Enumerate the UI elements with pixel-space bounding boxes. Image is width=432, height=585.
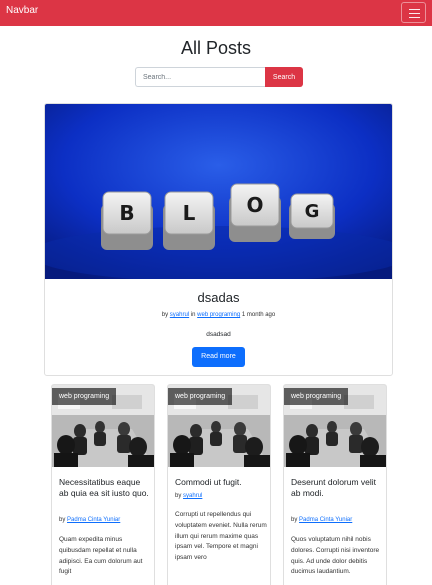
key-letter: L	[183, 201, 196, 225]
read-more-button[interactable]: Read more	[192, 347, 245, 367]
author-link[interactable]: Padma Cinta Yuniar	[67, 517, 120, 523]
post-title[interactable]: Commodi ut fugit.	[175, 477, 265, 488]
post-author: by syahrul	[175, 493, 267, 499]
post-excerpt: Quam expedita minus quibusdam repellat e…	[59, 536, 143, 576]
featured-post-image[interactable]: B L O G	[45, 104, 392, 279]
key-letter: O	[246, 193, 263, 217]
navbar-brand[interactable]: Navbar	[6, 5, 38, 16]
key-letter: B	[119, 201, 134, 225]
meta-by-label: by	[161, 312, 169, 318]
page-title: All Posts	[180, 38, 252, 58]
post-author: by Padma Cinta Yuniar	[59, 517, 151, 523]
meta-in-label: in	[190, 312, 196, 318]
post-card: web programing Commodi ut fugit. by syah…	[167, 384, 271, 585]
post-card: web programing Necessitatibus eaque ab q…	[51, 384, 155, 585]
author-link[interactable]: Padma Cinta Yuniar	[299, 517, 352, 523]
featured-post-excerpt: dsadsad	[206, 331, 231, 338]
post-card: web programing Deserunt dolorum velit ab…	[283, 384, 387, 585]
post-author: by Padma Cinta Yuniar	[291, 517, 383, 523]
navbar: Navbar	[0, 0, 432, 26]
post-title[interactable]: Necessitatibus eaque ab quia ea sit iust…	[59, 477, 149, 499]
category-badge[interactable]: web programing	[284, 388, 349, 405]
author-link[interactable]: syahrul	[183, 493, 202, 499]
category-link[interactable]: web programing	[197, 312, 240, 318]
key-letter: G	[305, 201, 320, 222]
featured-post-meta: by syahrul in web programing 1 month ago	[45, 312, 392, 318]
featured-post-card: B L O G dsadas by syahrul in web program…	[44, 103, 393, 376]
author-by-label: by	[291, 517, 298, 523]
navbar-toggler-button[interactable]	[401, 2, 426, 23]
category-badge[interactable]: web programing	[168, 388, 233, 405]
post-time: 1 month ago	[241, 312, 276, 318]
search-input[interactable]	[135, 67, 265, 87]
featured-post-title[interactable]: dsadas	[45, 290, 392, 305]
author-by-label: by	[59, 517, 66, 523]
post-title[interactable]: Deserunt dolorum velit ab modi.	[291, 477, 381, 499]
search-button[interactable]: Search	[265, 67, 303, 87]
author-by-label: by	[175, 493, 182, 499]
post-excerpt: Quos voluptatum nihil nobis dolores. Cor…	[291, 536, 380, 576]
post-excerpt: Corrupti ut repellendus qui voluptatem e…	[175, 511, 267, 562]
author-link[interactable]: syahrul	[170, 312, 189, 318]
category-badge[interactable]: web programing	[52, 388, 117, 405]
